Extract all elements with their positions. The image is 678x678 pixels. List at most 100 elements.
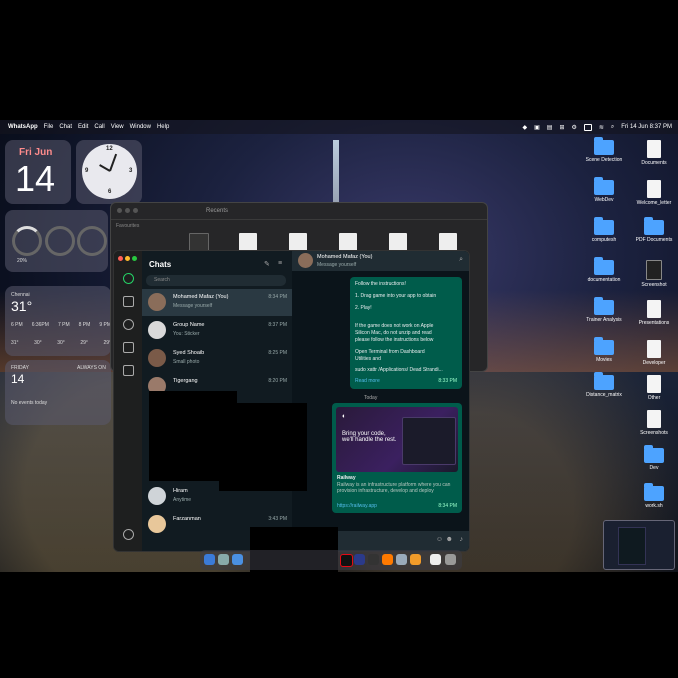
finder-toolbar: Recents bbox=[111, 203, 487, 220]
reminder-note: No events today bbox=[11, 400, 48, 406]
menu-window[interactable]: Window bbox=[130, 124, 151, 130]
communities-icon[interactable] bbox=[123, 365, 134, 376]
folder-icon bbox=[594, 297, 614, 315]
menu-file[interactable]: File bbox=[44, 124, 54, 130]
status-icon[interactable]: ⚙ bbox=[572, 124, 577, 131]
message-text: sudo xattr /Applications/ Dead Strandi..… bbox=[355, 367, 443, 373]
battery-widget[interactable]: 20% bbox=[5, 210, 108, 272]
desktop-file[interactable]: Welcome_letter bbox=[624, 180, 678, 206]
chat-list-title: Chats bbox=[149, 260, 172, 269]
chat-time: 8:37 PM bbox=[268, 322, 287, 328]
window-zoom-button[interactable] bbox=[132, 256, 137, 261]
search-input[interactable]: Search bbox=[146, 275, 286, 286]
battery-icon[interactable] bbox=[583, 123, 592, 131]
desktop-file[interactable]: Documents bbox=[624, 140, 678, 166]
chat-row[interactable]: Mohamed Mafaz (You) Message yourself 8:3… bbox=[142, 289, 292, 316]
document-icon bbox=[647, 180, 661, 198]
document-icon bbox=[646, 260, 662, 280]
document-icon bbox=[647, 375, 661, 393]
netflix-dock-icon[interactable] bbox=[340, 554, 353, 567]
message-bubble[interactable]: ◐ Bring your code, we'll handle the rest… bbox=[332, 403, 462, 513]
message-link[interactable]: https://railway.app bbox=[337, 503, 377, 509]
new-chat-icon[interactable]: ✎ bbox=[264, 260, 270, 268]
message-text: 1. Drag game into your app to obtain bbox=[355, 293, 437, 299]
minute-hand bbox=[109, 153, 118, 172]
weather-hour: 6 PM bbox=[11, 322, 23, 328]
chat-row[interactable]: Syed Shoaib Small photo 8:25 PM bbox=[142, 345, 292, 372]
message-time: 8:34 PM bbox=[438, 503, 457, 509]
whatsapp-window[interactable]: Chats ✎ ≡ Search Mohamed Mafaz (You) Mes… bbox=[113, 250, 470, 552]
desktop-folder[interactable]: PDF Documents bbox=[624, 217, 678, 243]
menu-help[interactable]: Help bbox=[157, 124, 169, 130]
conversation-header[interactable]: Mohamed Mafaz (You) Message yourself ⌕ bbox=[292, 251, 469, 271]
menu-call[interactable]: Call bbox=[94, 124, 104, 130]
link-description: Railway is an infrastructure platform wh… bbox=[337, 482, 451, 494]
menubar-clock[interactable]: Fri 14 Jun 8:37 PM bbox=[621, 124, 672, 130]
app-dock-icon[interactable] bbox=[368, 554, 379, 565]
desktop-file[interactable]: Screenshot bbox=[624, 260, 678, 288]
status-icon[interactable]: ▣ bbox=[534, 124, 540, 131]
search-icon[interactable]: ⌕ bbox=[459, 256, 463, 264]
window-zoom-button[interactable] bbox=[133, 208, 138, 213]
calls-icon[interactable] bbox=[123, 296, 134, 307]
clock-widget[interactable]: 12 3 6 9 bbox=[76, 140, 142, 204]
calendar-date: 14 bbox=[15, 158, 56, 199]
desktop-folder[interactable]: work.sh bbox=[624, 483, 678, 509]
desktop-file[interactable]: Screenshots bbox=[624, 410, 678, 436]
sticker-icon[interactable]: ☺ bbox=[436, 536, 443, 543]
wifi-icon[interactable]: ≋ bbox=[599, 124, 604, 131]
document-dock-icon[interactable] bbox=[430, 554, 441, 565]
weather-widget[interactable]: Chennai 31° 6 PM 6:36PM 7 PM 8 PM 9 PM 3… bbox=[5, 286, 111, 356]
app-dock-icon[interactable] bbox=[382, 554, 393, 565]
message-text: Open Terminal from Dashboard bbox=[355, 349, 425, 355]
app-dock-icon[interactable] bbox=[232, 554, 243, 565]
desktop-file[interactable]: Other bbox=[624, 375, 678, 401]
desktop-file[interactable]: Developer bbox=[624, 340, 678, 366]
conversation-name: Mohamed Mafaz (You) bbox=[317, 254, 373, 260]
message-bubble[interactable]: Follow the instructions! 1. Drag game in… bbox=[350, 277, 462, 389]
window-minimize-button[interactable] bbox=[125, 208, 130, 213]
status-icon[interactable]: ▤ bbox=[547, 124, 553, 131]
chat-name: Syed Shoaib bbox=[173, 350, 205, 356]
window-minimize-button[interactable] bbox=[125, 256, 130, 261]
menu-bar: WhatsApp File Chat Edit Call View Window… bbox=[0, 120, 678, 134]
window-close-button[interactable] bbox=[117, 208, 122, 213]
chat-row[interactable]: Group Name You: Sticker 8:37 PM bbox=[142, 317, 292, 344]
status-icon[interactable] bbox=[123, 319, 134, 330]
read-more-link[interactable]: Read more bbox=[355, 378, 380, 384]
menu-edit[interactable]: Edit bbox=[78, 124, 88, 130]
calendar-list-widget[interactable]: FRIDAY 14 No events today ALWAYS ON bbox=[5, 360, 111, 425]
battery-ring-empty bbox=[77, 226, 107, 256]
channels-icon[interactable] bbox=[123, 342, 134, 353]
folder-icon bbox=[594, 257, 614, 275]
menu-app-name[interactable]: WhatsApp bbox=[8, 124, 38, 130]
thumbnail-window bbox=[618, 527, 646, 565]
desktop-file[interactable]: Presentations bbox=[624, 300, 678, 326]
filter-icon[interactable]: ≡ bbox=[278, 260, 282, 267]
menu-chat[interactable]: Chat bbox=[59, 124, 72, 130]
microphone-icon[interactable]: ♪ bbox=[460, 536, 464, 543]
chat-name: Farzanman bbox=[173, 516, 201, 522]
emoji-icon[interactable]: ☻ bbox=[446, 536, 453, 543]
trash-icon[interactable] bbox=[445, 554, 456, 565]
reminder-list-label: ALWAYS ON bbox=[77, 365, 106, 371]
link-preview-image[interactable]: ◐ Bring your code, we'll handle the rest… bbox=[336, 407, 458, 472]
menu-view[interactable]: View bbox=[111, 124, 124, 130]
avatar bbox=[148, 487, 166, 505]
app-dock-icon[interactable] bbox=[396, 554, 407, 565]
app-dock-icon[interactable] bbox=[218, 554, 229, 565]
finder-sidebar-label: Favourites bbox=[116, 223, 140, 229]
window-close-button[interactable] bbox=[118, 256, 123, 261]
app-dock-icon[interactable] bbox=[354, 554, 365, 565]
message-text: 2. Play! bbox=[355, 305, 372, 311]
screenshot-thumbnail[interactable] bbox=[603, 520, 675, 570]
settings-icon[interactable] bbox=[123, 529, 134, 540]
finder-dock-icon[interactable] bbox=[204, 554, 215, 565]
chats-icon[interactable] bbox=[123, 273, 134, 284]
search-icon[interactable]: ⌕ bbox=[611, 124, 614, 131]
app-dock-icon[interactable] bbox=[410, 554, 421, 565]
status-icon[interactable]: ◆ bbox=[523, 124, 528, 131]
status-icon[interactable]: ⊞ bbox=[559, 124, 564, 131]
desktop-folder[interactable]: Dev bbox=[624, 445, 678, 471]
calendar-widget[interactable]: Fri Jun 14 bbox=[5, 140, 71, 204]
